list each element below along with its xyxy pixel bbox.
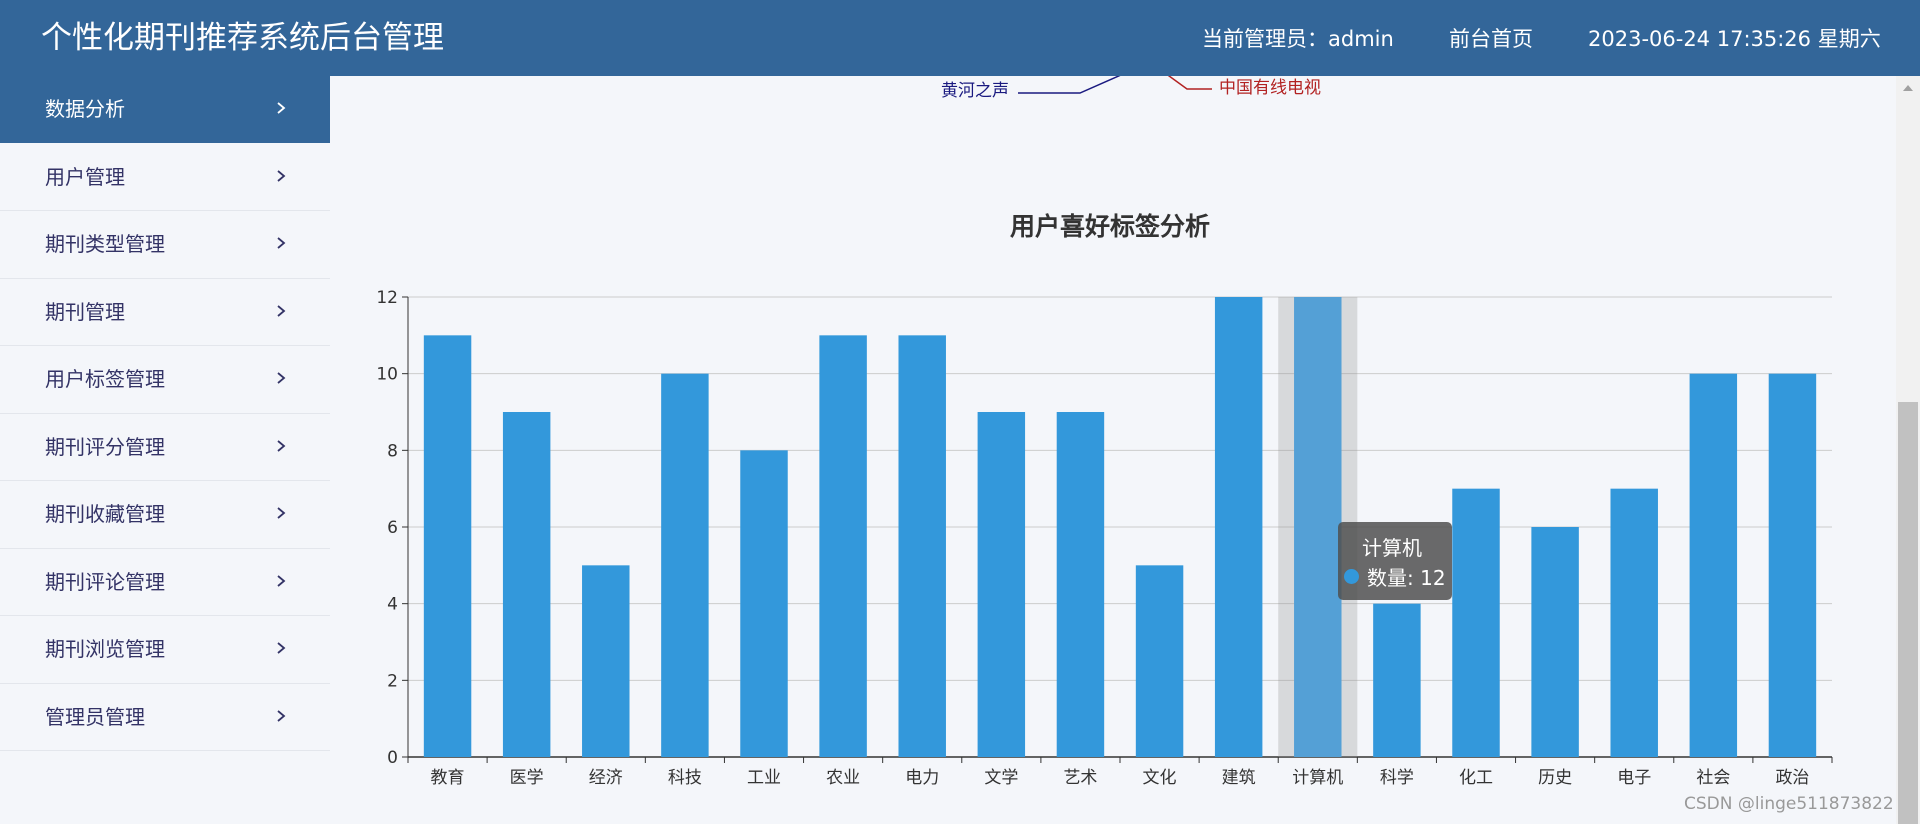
- chevron-right-icon: [277, 372, 286, 384]
- sidebar-item-label: 期刊浏览管理: [45, 637, 165, 661]
- sidebar-item-label: 用户管理: [45, 164, 125, 189]
- y-tick-label: 0: [387, 748, 398, 768]
- sidebar-item-data-analysis[interactable]: 数据分析: [0, 76, 330, 143]
- app-title: 个性化期刊推荐系统后台管理: [41, 20, 444, 56]
- sidebar-item-label: 数据分析: [45, 97, 125, 121]
- bar-7[interactable]: [977, 412, 1026, 757]
- chevron-right-icon: [277, 574, 286, 587]
- bar-12[interactable]: [1373, 603, 1421, 757]
- x-tick-label: 文学: [984, 768, 1018, 788]
- front-home-link[interactable]: 前台首页: [1449, 24, 1533, 54]
- sidebar-item-journal-management[interactable]: 期刊管理: [0, 279, 330, 346]
- y-tick-label: 6: [387, 518, 398, 538]
- bar-11[interactable]: [1294, 297, 1342, 757]
- x-tick-label: 经济: [589, 768, 623, 788]
- x-tick-label: 文化: [1143, 768, 1177, 788]
- sidebar-item-journal-favorite-management[interactable]: 期刊收藏管理: [0, 481, 330, 549]
- bar-17[interactable]: [1768, 373, 1817, 757]
- chevron-right-icon: [277, 642, 286, 654]
- x-axis-ticks: 教育 医学 经济 科技 工业 农业 电力 文学 艺术 文化 建筑 计算机 科学 化工 历史 电子 社会 政治: [407, 757, 1833, 788]
- bar-10[interactable]: [1214, 297, 1263, 757]
- y-tick-label: 2: [387, 671, 398, 691]
- x-tick-label: 科学: [1380, 768, 1414, 788]
- x-tick-label: 农业: [826, 768, 860, 788]
- scrollbar-thumb[interactable]: [1898, 402, 1918, 824]
- x-tick-label: 历史: [1538, 768, 1572, 788]
- bar-15[interactable]: [1610, 488, 1658, 757]
- y-tick-label: 4: [387, 595, 398, 615]
- x-tick-label: 艺术: [1063, 768, 1097, 788]
- bar-13[interactable]: [1452, 488, 1500, 757]
- sidebar-item-label: 期刊类型管理: [45, 232, 165, 256]
- tooltip-dot: [1344, 569, 1359, 584]
- datetime-display: 2023-06-24 17:35:26 星期六: [1588, 27, 1881, 51]
- chevron-right-icon: [277, 507, 286, 519]
- chevron-right-icon: [277, 169, 286, 182]
- x-tick-label: 电力: [905, 768, 939, 788]
- bar-4[interactable]: [740, 450, 788, 757]
- x-tick-label: 医学: [510, 768, 544, 788]
- sidebar-item-admin-management[interactable]: 管理员管理: [0, 684, 330, 751]
- bar-5[interactable]: [819, 335, 867, 757]
- chevron-right-icon: [277, 439, 286, 452]
- chevron-right-icon: [277, 237, 286, 249]
- y-tick-label: 12: [376, 288, 398, 308]
- x-tick-label: 化工: [1459, 768, 1493, 788]
- tooltip-value: 数量: 12: [1367, 566, 1446, 590]
- x-tick-label: 政治: [1775, 768, 1809, 788]
- scroll-up-arrow-icon[interactable]: [1901, 83, 1915, 93]
- y-axis-ticks: 0 2 4 6 8 10 12: [376, 288, 409, 768]
- bar-16[interactable]: [1689, 373, 1738, 757]
- sidebar-item-label: 期刊管理: [45, 299, 125, 324]
- bar-2[interactable]: [582, 565, 630, 757]
- user-tag-bar-chart: 用户喜好标签分析 0 2 4 6 8 10 12 教育 医学 经济 科技 工业 农业 电力 文学 艺术 文化 建…: [376, 212, 1833, 788]
- bar-0[interactable]: [423, 335, 472, 757]
- x-tick-label: 教育: [431, 768, 465, 788]
- top-header: 个性化期刊推荐系统后台管理 当前管理员：admin 前台首页 2023-06-2…: [0, 0, 1920, 76]
- sidebar-item-label: 期刊评论管理: [45, 569, 165, 594]
- sidebar: 数据分析用户管理期刊类型管理 期刊管理用户标签管理 期刊评分管理 期刊收藏管理 期刊评论…: [0, 76, 330, 824]
- bar-1[interactable]: [502, 412, 551, 757]
- sidebar-item-label: 期刊评分管理: [45, 434, 165, 459]
- bar-6[interactable]: [898, 335, 946, 757]
- y-tick-label: 8: [387, 441, 398, 461]
- y-tick-label: 10: [376, 365, 398, 385]
- chart-tooltip: 计算机 数量: 12: [1338, 522, 1452, 600]
- sidebar-item-journal-browse-management[interactable]: 期刊浏览管理: [0, 616, 330, 684]
- chart-title: 用户喜好标签分析: [1010, 212, 1210, 241]
- chevron-right-icon: [277, 304, 286, 317]
- sidebar-item-label: 管理员管理: [45, 704, 145, 729]
- chevron-right-icon: [277, 102, 286, 114]
- sidebar-item-label: 期刊收藏管理: [45, 502, 165, 526]
- sidebar-item-label: 用户标签管理: [45, 367, 165, 391]
- x-tick-label: 工业: [747, 768, 781, 788]
- sidebar-item-journal-type-management[interactable]: 期刊类型管理: [0, 211, 330, 279]
- x-tick-label: 建筑: [1222, 768, 1256, 788]
- sidebar-item-user-tag-management[interactable]: 用户标签管理: [0, 346, 330, 414]
- sidebar-item-journal-comment-management[interactable]: 期刊评论管理: [0, 549, 330, 616]
- current-admin: 当前管理员：admin: [1202, 27, 1394, 51]
- x-tick-label: 社会: [1696, 768, 1730, 788]
- bar-3[interactable]: [661, 373, 709, 757]
- watermark: CSDN @linge511873822: [1684, 794, 1894, 814]
- x-tick-label: 电子: [1617, 768, 1651, 788]
- chevron-right-icon: [277, 709, 286, 722]
- sidebar-item-user-management[interactable]: 用户管理: [0, 144, 330, 211]
- x-tick-label: 计算机: [1292, 768, 1343, 788]
- x-tick-label: 科技: [668, 768, 702, 788]
- bar-14[interactable]: [1531, 527, 1579, 757]
- tooltip-title: 计算机: [1362, 536, 1422, 560]
- bar-9[interactable]: [1135, 565, 1184, 757]
- sidebar-item-journal-rating-management[interactable]: 期刊评分管理: [0, 414, 330, 481]
- bar-8[interactable]: [1056, 412, 1105, 757]
